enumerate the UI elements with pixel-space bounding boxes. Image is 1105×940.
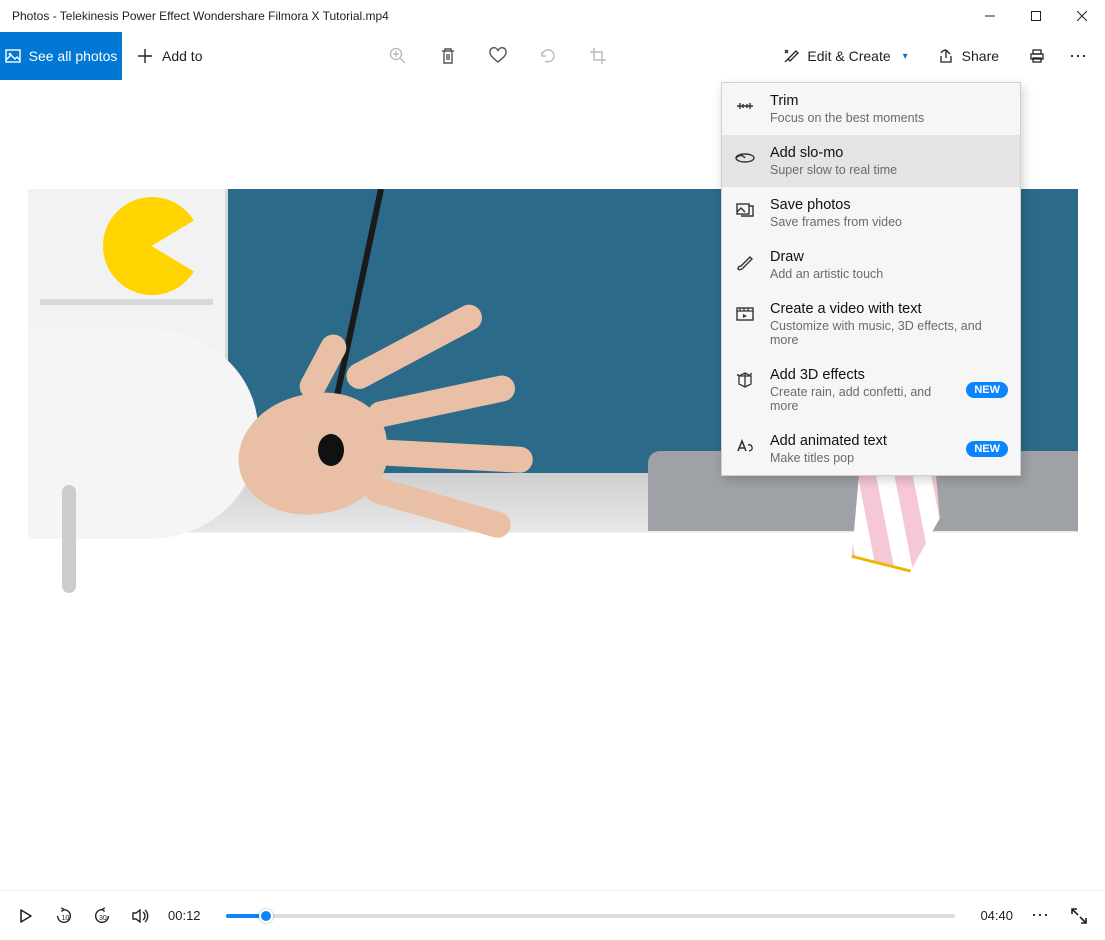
crop-icon[interactable] [588, 46, 608, 66]
titlebar: Photos - Telekinesis Power Effect Wonder… [0, 0, 1105, 32]
print-icon [1029, 48, 1045, 64]
seek-slider[interactable] [226, 914, 955, 918]
delete-icon[interactable] [438, 46, 458, 66]
time-current: 00:12 [168, 908, 208, 923]
add-to-button[interactable]: Add to [122, 32, 218, 80]
add-to-label: Add to [162, 48, 202, 64]
rotate-icon[interactable] [538, 46, 558, 66]
skip-back-label: 10 [62, 915, 70, 922]
volume-button[interactable] [130, 906, 150, 926]
see-all-label: See all photos [29, 48, 118, 64]
toolbar-center-icons [374, 46, 622, 66]
menu-title: Trim [770, 93, 1008, 109]
menu-sub: Focus on the best moments [770, 111, 1008, 125]
trim-icon [734, 95, 756, 117]
edit-create-button[interactable]: Edit & Create ▾ [777, 48, 913, 64]
menu-item-draw[interactable]: Draw Add an artistic touch [722, 239, 1020, 291]
time-duration: 04:40 [973, 908, 1013, 923]
menu-item-3d-effects[interactable]: Add 3D effects Create rain, add confetti… [722, 357, 1020, 423]
menu-item-slomo[interactable]: Add slo-mo Super slow to real time [722, 135, 1020, 187]
skip-fwd-label: 30 [99, 915, 107, 922]
decor-pacman [103, 197, 201, 295]
effects-3d-icon [734, 369, 756, 391]
edit-create-label: Edit & Create [807, 48, 890, 64]
decor-hand [198, 334, 538, 544]
more-button[interactable]: ⋯ [1069, 46, 1089, 67]
menu-title: Add 3D effects [770, 367, 952, 383]
skip-back-button[interactable]: 10 [54, 906, 74, 926]
window-title: Photos - Telekinesis Power Effect Wonder… [12, 9, 389, 23]
chevron-down-icon: ▾ [903, 51, 908, 62]
window-controls [967, 0, 1105, 32]
menu-title: Draw [770, 249, 1008, 265]
new-badge: NEW [966, 441, 1008, 457]
share-icon [938, 48, 954, 64]
print-button[interactable] [1023, 48, 1051, 64]
playback-bar: 10 30 00:12 04:40 ⋯ [0, 890, 1105, 940]
menu-sub: Customize with music, 3D effects, and mo… [770, 319, 1008, 347]
maximize-button[interactable] [1013, 0, 1059, 32]
menu-sub: Save frames from video [770, 215, 1008, 229]
plus-icon [138, 49, 152, 63]
menu-item-video-text[interactable]: Create a video with text Customize with … [722, 291, 1020, 357]
favorite-icon[interactable] [488, 46, 508, 66]
menu-sub: Add an artistic touch [770, 267, 1008, 281]
save-photos-icon [734, 199, 756, 221]
close-button[interactable] [1059, 0, 1105, 32]
seek-thumb[interactable] [259, 909, 273, 923]
play-button[interactable] [16, 906, 36, 926]
menu-item-save-photos[interactable]: Save photos Save frames from video [722, 187, 1020, 239]
zoom-icon[interactable] [388, 46, 408, 66]
menu-sub: Make titles pop [770, 451, 952, 465]
playback-more-button[interactable]: ⋯ [1031, 905, 1051, 926]
toolbar-right: Edit & Create ▾ Share ⋯ [777, 46, 1105, 67]
new-badge: NEW [966, 382, 1008, 398]
animated-text-icon [734, 435, 756, 457]
menu-title: Add slo-mo [770, 145, 1008, 161]
toolbar: See all photos Add to Edit & Create [0, 32, 1105, 80]
menu-title: Add animated text [770, 433, 952, 449]
edit-create-menu: Trim Focus on the best moments Add slo-m… [721, 82, 1021, 476]
share-button[interactable]: Share [932, 48, 1005, 64]
brush-icon [783, 48, 799, 64]
video-text-icon [734, 303, 756, 325]
see-all-photos-button[interactable]: See all photos [0, 32, 122, 80]
menu-item-animated-text[interactable]: Add animated text Make titles pop NEW [722, 423, 1020, 475]
skip-forward-button[interactable]: 30 [92, 906, 112, 926]
menu-item-trim[interactable]: Trim Focus on the best moments [722, 83, 1020, 135]
draw-icon [734, 251, 756, 273]
menu-title: Create a video with text [770, 301, 1008, 317]
fullscreen-button[interactable] [1069, 906, 1089, 926]
minimize-button[interactable] [967, 0, 1013, 32]
menu-title: Save photos [770, 197, 1008, 213]
photo-icon [5, 48, 21, 64]
share-label: Share [962, 48, 999, 64]
menu-sub: Super slow to real time [770, 163, 1008, 177]
slomo-icon [734, 147, 756, 169]
menu-sub: Create rain, add confetti, and more [770, 385, 952, 413]
